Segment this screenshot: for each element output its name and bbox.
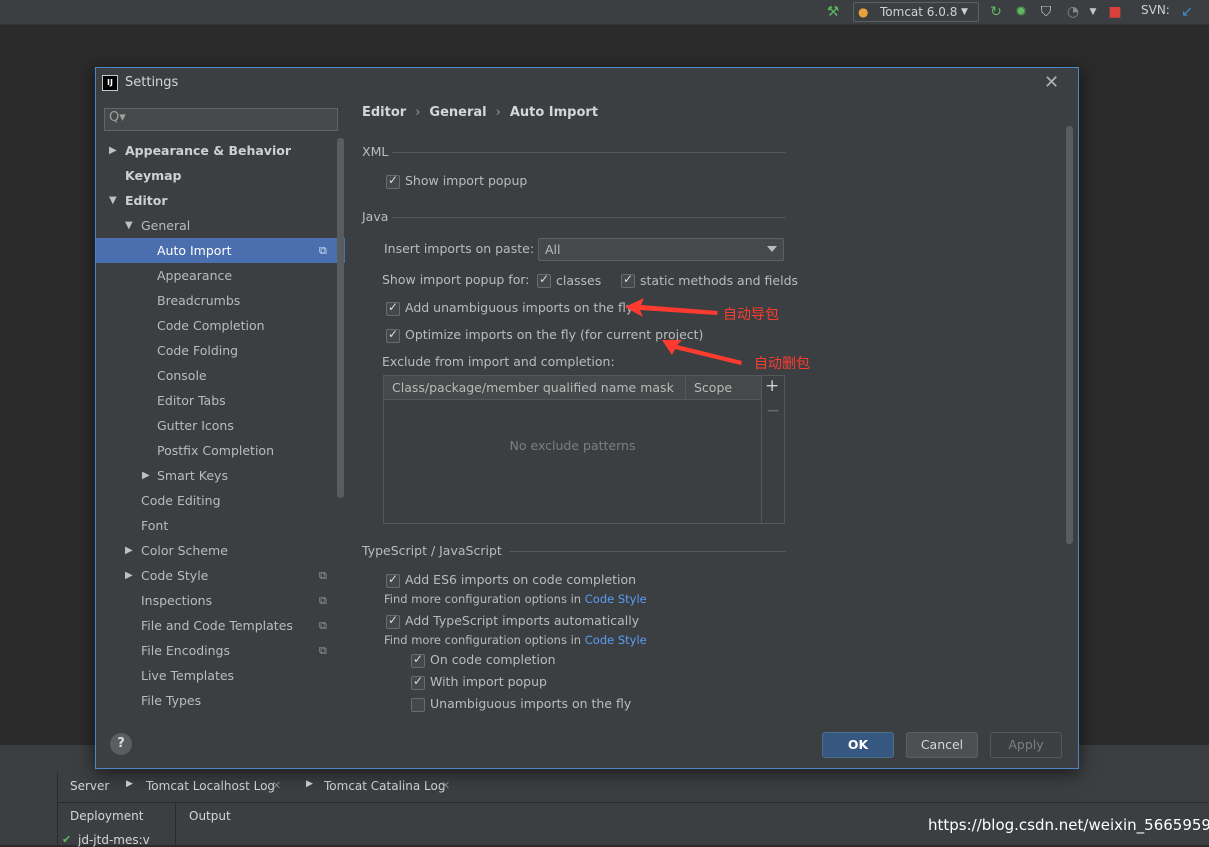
arrow-auto-remove-icon (662, 340, 742, 365)
annotation-auto-import: 自动导包 (723, 307, 779, 323)
annotation-auto-remove: 自动删包 (754, 356, 810, 372)
annotation-arrows (625, 298, 742, 365)
arrow-auto-import-icon (625, 298, 718, 317)
